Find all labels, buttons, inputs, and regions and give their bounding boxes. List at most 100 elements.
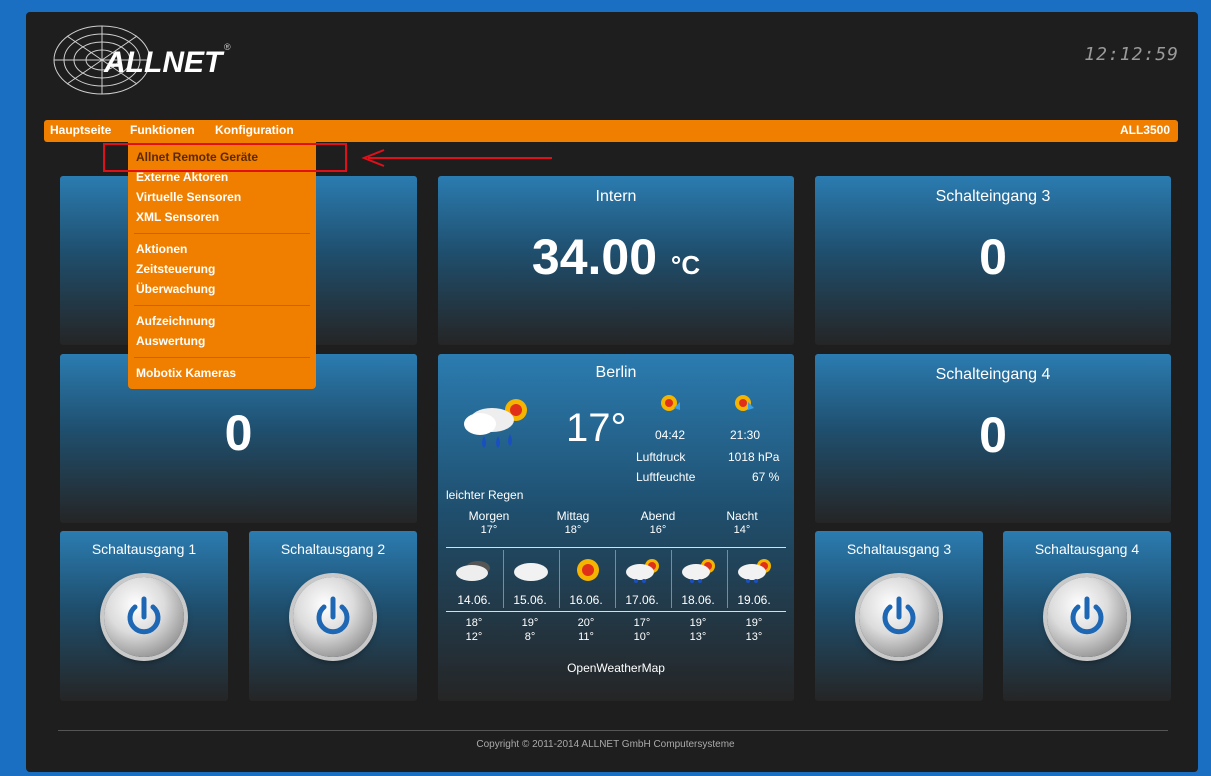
dropdown-item-mobotix-kameras[interactable]: Mobotix Kameras [136, 366, 236, 380]
weather-condition: leichter Regen [446, 488, 524, 502]
model-label: ALL3500 [1119, 123, 1170, 137]
forecast-min: 11° [578, 631, 594, 643]
forecast-min: 13° [689, 631, 707, 643]
daytime-label: Nacht [726, 509, 758, 523]
sunset-icon [735, 395, 754, 411]
power-icon [1070, 596, 1104, 635]
forecast-divider-top [446, 547, 786, 548]
cloudy-icon [456, 561, 490, 581]
forecast-date: 16.06. [569, 593, 603, 607]
tile-value: 0 [979, 407, 1007, 463]
power-icon [316, 596, 350, 635]
sun-icon [577, 559, 599, 581]
forecast-date: 18.06. [681, 593, 715, 607]
rain-sun-icon [464, 399, 527, 448]
daytime-temp: 14° [733, 524, 751, 536]
forecast-date: 17.06. [625, 593, 659, 607]
temperature-value: 34.00 °C [438, 228, 794, 286]
daytime-temp: 18° [564, 524, 582, 536]
dropdown-item-virtuelle-sensoren[interactable]: Virtuelle Sensoren [136, 190, 241, 204]
weather-city: Berlin [595, 364, 637, 381]
forecast-divider-mid [446, 611, 786, 612]
allnet-logo: ALLNET ® [53, 25, 231, 95]
tile-title: Intern [595, 188, 637, 205]
clock: 12:12:59 [1084, 44, 1179, 65]
dropdown-item-auswertung[interactable]: Auswertung [136, 334, 205, 348]
sunset-time: 21:30 [730, 428, 761, 442]
tile-intern: Intern 34.00 °C [438, 176, 794, 345]
dropdown-item-zeitsteuerung[interactable]: Zeitsteuerung [136, 262, 215, 276]
svg-text:®: ® [224, 42, 231, 52]
button-title: Schaltausgang 4 [1034, 541, 1140, 557]
forecast-max: 19° [689, 617, 707, 629]
menu-bar: Hauptseite Funktionen Konfiguration ALL3… [44, 120, 1178, 142]
tile-value: 0 [979, 229, 1007, 285]
temp-unit: °C [670, 250, 701, 280]
weather-temp: 17° [566, 406, 627, 450]
daytime-label: Abend [640, 509, 676, 523]
rain-sun-icon [682, 559, 715, 583]
forecast-max: 20° [577, 617, 595, 629]
rain-sun-icon [626, 559, 659, 583]
temp-number: 34.00 [531, 229, 658, 285]
menu-funktionen[interactable]: Funktionen [130, 123, 195, 137]
dropdown-item-xml-sensoren[interactable]: XML Sensoren [136, 210, 219, 224]
daytime-label: Mittag [556, 509, 590, 523]
sunrise-icon [661, 395, 680, 411]
tile-schaltausgang-1: Schaltausgang 1 [60, 531, 228, 701]
forecast-max: 19° [521, 617, 539, 629]
cloud-icon [514, 563, 548, 581]
weather-widget: Berlin 17° 04:42 21:30 Luftdruck 1018 hP… [438, 354, 794, 701]
button-title: Schaltausgang 3 [846, 541, 952, 557]
pressure-label: Luftdruck [636, 450, 686, 464]
dropdown-item-aktionen[interactable]: Aktionen [136, 242, 187, 256]
dropdown-item-externe-aktoren[interactable]: Externe Aktoren [136, 170, 228, 184]
footer-divider [58, 730, 1168, 731]
forecast-date: 15.06. [513, 593, 547, 607]
forecast-max: 17° [633, 617, 651, 629]
power-icon [127, 596, 161, 635]
menu-hauptseite[interactable]: Hauptseite [50, 123, 111, 137]
forecast-date: 19.06. [737, 593, 771, 607]
power-button[interactable] [293, 577, 373, 657]
arrow-annotation [361, 149, 552, 167]
tile-schaltausgang-2: Schaltausgang 2 [249, 531, 417, 701]
sunrise-time: 04:42 [655, 428, 686, 442]
dropdown-separator [134, 305, 310, 306]
tile-title: Schalteingang 3 [935, 188, 1051, 205]
forecast-min: 10° [633, 631, 651, 643]
daytime-temp: 16° [649, 524, 667, 536]
forecast-min: 8° [524, 631, 536, 643]
highlight-box [103, 143, 347, 172]
forecast-min: 12° [465, 631, 483, 643]
tile-schaltausgang-4: Schaltausgang 4 [1003, 531, 1171, 701]
power-button[interactable] [859, 577, 939, 657]
dropdown-item-aufzeichnung[interactable]: Aufzeichnung [136, 314, 215, 328]
humidity-value: 67 % [752, 470, 780, 484]
tile-schalteingang-4: Schalteingang 4 0 [815, 354, 1171, 523]
weather-source: OpenWeatherMap [567, 661, 665, 675]
dropdown-item-ueberwachung[interactable]: Überwachung [136, 282, 215, 296]
forecast-max: 18° [465, 617, 483, 629]
rain-sun-icon [738, 559, 771, 583]
daytime-label: Morgen [468, 509, 510, 523]
tile-value: 0 [224, 405, 253, 461]
power-button[interactable] [104, 577, 184, 657]
pressure-value: 1018 hPa [728, 450, 780, 464]
humidity-label: Luftfeuchte [636, 470, 696, 484]
forecast-max: 19° [745, 617, 763, 629]
dropdown-separator [134, 233, 310, 234]
tile-schaltausgang-3: Schaltausgang 3 [815, 531, 983, 701]
tile-schalteingang-3: Schalteingang 3 0 [815, 176, 1171, 345]
svg-text:ALLNET: ALLNET [103, 46, 225, 79]
funktionen-dropdown: Allnet Remote Geräte Externe Aktoren Vir… [128, 142, 316, 389]
power-button[interactable] [1047, 577, 1127, 657]
tile-title: Schalteingang 4 [935, 366, 1051, 383]
button-title: Schaltausgang 2 [280, 541, 386, 557]
copyright: Copyright © 2011-2014 ALLNET GmbH Comput… [476, 739, 735, 750]
daytime-temp: 17° [480, 524, 498, 536]
forecast-min: 13° [745, 631, 763, 643]
menu-konfiguration[interactable]: Konfiguration [215, 123, 294, 137]
forecast-date: 14.06. [457, 593, 491, 607]
power-icon [882, 596, 916, 635]
